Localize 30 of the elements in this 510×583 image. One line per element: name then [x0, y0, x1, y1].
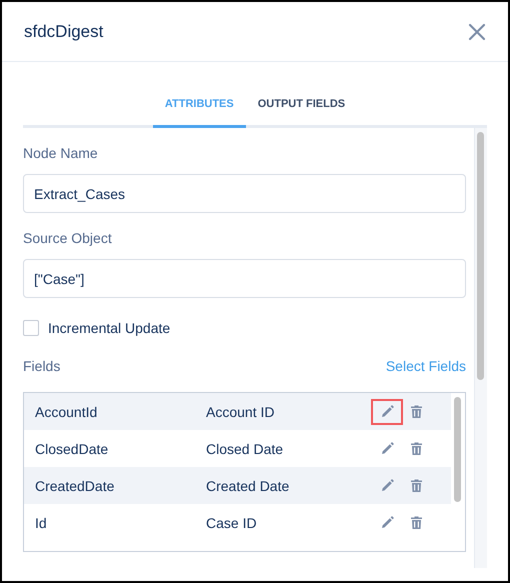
table-cell-text: Id [34, 514, 48, 530]
checkbox-label: Incremental Update [48, 320, 170, 336]
table-cell-text: AccountId [34, 404, 98, 420]
input-field[interactable]: Extract_Cases [23, 174, 466, 213]
field-label: Source Object [23, 230, 113, 246]
trash-icon [410, 405, 422, 418]
field-label: Node Name [23, 145, 99, 161]
close-button[interactable] [468, 22, 486, 40]
edit-button[interactable] [371, 398, 403, 424]
table-cell-text: CreatedDate [34, 478, 116, 494]
table-cell-text: Case ID [206, 514, 258, 530]
tab[interactable]: OUTPUT FIELDS [246, 98, 358, 128]
table-cell-text: ClosedDate [34, 440, 110, 456]
table-cell-text: Closed Date [206, 440, 284, 456]
scrollbar-thumb[interactable] [454, 397, 461, 502]
input-field[interactable]: ["Case"] [23, 259, 466, 298]
table-cell-text: Account ID [206, 404, 276, 420]
trash-icon [410, 479, 422, 492]
trash-icon [410, 516, 422, 529]
trash-icon [410, 442, 422, 455]
close-icon [468, 22, 486, 40]
checkbox[interactable] [23, 320, 39, 336]
pencil-icon [380, 479, 394, 492]
pencil-icon [380, 405, 394, 418]
section-label: Fields [23, 358, 60, 374]
dialog-title: sfdcDigest [24, 22, 104, 42]
scrollbar-thumb[interactable] [477, 132, 484, 380]
table-cell-text: Created Date [206, 478, 290, 494]
pencil-icon [380, 442, 394, 455]
pencil-icon [380, 516, 394, 529]
